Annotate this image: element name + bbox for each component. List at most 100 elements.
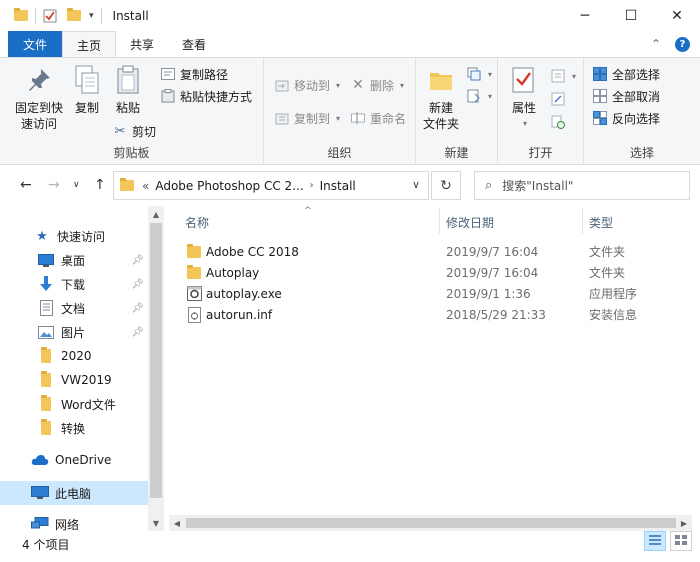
nav-scroll-thumb[interactable]	[150, 223, 162, 498]
cut-button[interactable]: ✂ 剪切	[112, 121, 156, 141]
properties-icon	[508, 64, 540, 96]
easy-access-button[interactable]: ▾	[466, 86, 492, 106]
nav-folder-vw2019[interactable]: VW2019	[0, 368, 148, 392]
invert-selection-label: 反向选择	[612, 111, 661, 126]
rename-button[interactable]: 重命名	[350, 108, 406, 128]
address-bar[interactable]: « Adobe Photoshop CC 2... › Install ∨	[113, 171, 429, 200]
close-button[interactable]: ✕	[654, 0, 700, 31]
folder-icon	[37, 347, 55, 364]
nav-documents-label: 文档	[61, 301, 86, 316]
breadcrumb-photoshop[interactable]: Adobe Photoshop CC 2...	[155, 179, 303, 193]
help-icon[interactable]: ?	[675, 37, 690, 52]
forward-arrow-icon[interactable]: →	[48, 177, 60, 193]
file-row[interactable]: autorun.inf 2018/5/29 21:33 安装信息	[181, 304, 686, 325]
history-button[interactable]	[550, 112, 566, 132]
pin-downloads-icon[interactable]: 📌︎	[131, 279, 144, 290]
new-folder-button[interactable]: 新建 文件夹	[420, 64, 462, 132]
tab-file[interactable]: 文件	[8, 31, 63, 57]
move-to-button[interactable]: 移动到 ▾	[274, 75, 340, 95]
tab-view[interactable]: 查看	[168, 31, 220, 57]
horizontal-scrollbar[interactable]: ◀ ▶	[169, 515, 692, 531]
qat-dropdown-icon[interactable]: ▾	[89, 11, 94, 21]
nav-scroll-down-icon[interactable]: ▼	[148, 515, 164, 531]
nav-this-pc[interactable]: 此电脑	[0, 481, 148, 505]
column-divider[interactable]	[439, 208, 440, 234]
nav-downloads[interactable]: 下载 📌︎	[0, 272, 148, 296]
properties-check-icon[interactable]	[43, 9, 57, 23]
nav-folder-2020[interactable]: 2020	[0, 344, 148, 368]
paste-button[interactable]: 粘贴	[110, 64, 146, 116]
new-item-button[interactable]: ▾	[466, 64, 492, 84]
refresh-button[interactable]: ↻	[431, 171, 461, 200]
nav-folder-2020-label: 2020	[61, 349, 92, 363]
select-none-button[interactable]: 全部取消	[592, 86, 660, 106]
horizontal-scroll-thumb[interactable]	[186, 518, 676, 528]
scroll-left-icon[interactable]: ◀	[169, 515, 185, 531]
breadcrumb-install[interactable]: Install	[320, 179, 356, 193]
new-item-icon	[466, 66, 482, 82]
new-folder-qat-icon[interactable]	[67, 8, 81, 21]
copy-to-button[interactable]: 复制到 ▾	[274, 108, 340, 128]
paste-shortcut-label: 粘贴快捷方式	[180, 89, 253, 104]
ribbon-home: 固定到快 速访问 复制 粘贴 ✂ 剪切 复制路径 粘贴快捷方式 剪贴板 移动到 …	[0, 57, 700, 165]
tab-share[interactable]: 共享	[116, 31, 168, 57]
nav-desktop[interactable]: 桌面 📌︎	[0, 248, 148, 272]
column-type[interactable]: 类型	[589, 206, 613, 238]
pin-quick-access-button[interactable]: 固定到快 速访问	[10, 64, 68, 132]
pin-label: 固定到快 速访问	[14, 101, 63, 131]
column-modified[interactable]: 修改日期	[446, 206, 494, 238]
file-row[interactable]: Adobe CC 2018 2019/9/7 16:04 文件夹	[181, 241, 686, 262]
file-list: ^ 名称 修改日期 类型 Adobe CC 2018 2019/9/7 16:0…	[164, 206, 700, 531]
nav-scroll-up-icon[interactable]: ▲	[148, 206, 164, 222]
nav-folder-convert[interactable]: 转换	[0, 416, 148, 440]
nav-onedrive-label: OneDrive	[55, 453, 112, 467]
file-row[interactable]: Autoplay 2019/9/7 16:04 文件夹	[181, 262, 686, 283]
delete-button[interactable]: ✕ 删除 ▾	[350, 75, 404, 95]
group-organize: 移动到 ▾ 复制到 ▾ ✕ 删除 ▾ 重命名 组织	[264, 58, 416, 165]
copy-button[interactable]: 复制	[70, 64, 104, 116]
computer-icon	[31, 485, 49, 501]
recent-locations-chevron-icon[interactable]: ∨	[73, 180, 80, 190]
large-icons-view-button[interactable]	[670, 531, 692, 551]
column-name[interactable]: 名称	[185, 206, 209, 238]
nav-documents[interactable]: 文档 📌︎	[0, 296, 148, 320]
address-overflow-icon[interactable]: «	[142, 179, 149, 193]
tab-home[interactable]: 主页	[62, 31, 117, 58]
invert-selection-button[interactable]: 反向选择	[592, 108, 660, 128]
pin-desktop-icon[interactable]: 📌︎	[131, 255, 144, 266]
up-arrow-icon[interactable]: ↑	[94, 177, 106, 193]
edit-button[interactable]	[550, 89, 566, 109]
file-name: Autoplay	[206, 265, 260, 280]
copy-to-caret-icon: ▾	[336, 113, 341, 123]
status-bar: 4 个项目	[0, 531, 700, 562]
minimize-button[interactable]: ─	[562, 0, 608, 31]
nav-desktop-label: 桌面	[61, 253, 86, 268]
nav-folder-word-label: Word文件	[61, 397, 116, 412]
column-divider[interactable]	[582, 208, 583, 234]
back-arrow-icon[interactable]: ←	[20, 177, 32, 193]
nav-quick-access[interactable]: ★ 快速访问	[0, 224, 148, 248]
copy-path-button[interactable]: 复制路径	[160, 64, 228, 84]
scroll-right-icon[interactable]: ▶	[676, 515, 692, 531]
nav-pictures[interactable]: 图片 📌︎	[0, 320, 148, 344]
pin-pictures-icon[interactable]: 📌︎	[131, 327, 144, 338]
address-dropdown-icon[interactable]: ∨	[412, 178, 420, 191]
pin-documents-icon[interactable]: 📌︎	[131, 303, 144, 314]
properties-button[interactable]: 属性 ▾	[504, 64, 544, 132]
easy-access-icon	[466, 88, 482, 104]
select-all-button[interactable]: 全部选择	[592, 64, 660, 84]
rename-icon	[350, 110, 366, 126]
ribbon-collapse-chevron-icon[interactable]: ⌃	[651, 37, 661, 52]
properties-label: 属性	[511, 101, 536, 115]
nav-folder-word[interactable]: Word文件	[0, 392, 148, 416]
open-button[interactable]: ▾	[550, 66, 576, 86]
search-input[interactable]: ⌕ 搜索"Install"	[474, 171, 690, 200]
details-view-button[interactable]	[644, 531, 666, 551]
nav-onedrive[interactable]: OneDrive	[0, 448, 148, 472]
nav-scrollbar[interactable]: ▲ ▼	[148, 206, 164, 531]
new-folder-label: 新建 文件夹	[422, 101, 459, 131]
file-name: autoplay.exe	[206, 286, 282, 301]
paste-shortcut-button[interactable]: 粘贴快捷方式	[160, 86, 252, 106]
file-row[interactable]: autoplay.exe 2019/9/1 1:36 应用程序	[181, 283, 686, 304]
maximize-button[interactable]: ☐	[608, 0, 654, 31]
